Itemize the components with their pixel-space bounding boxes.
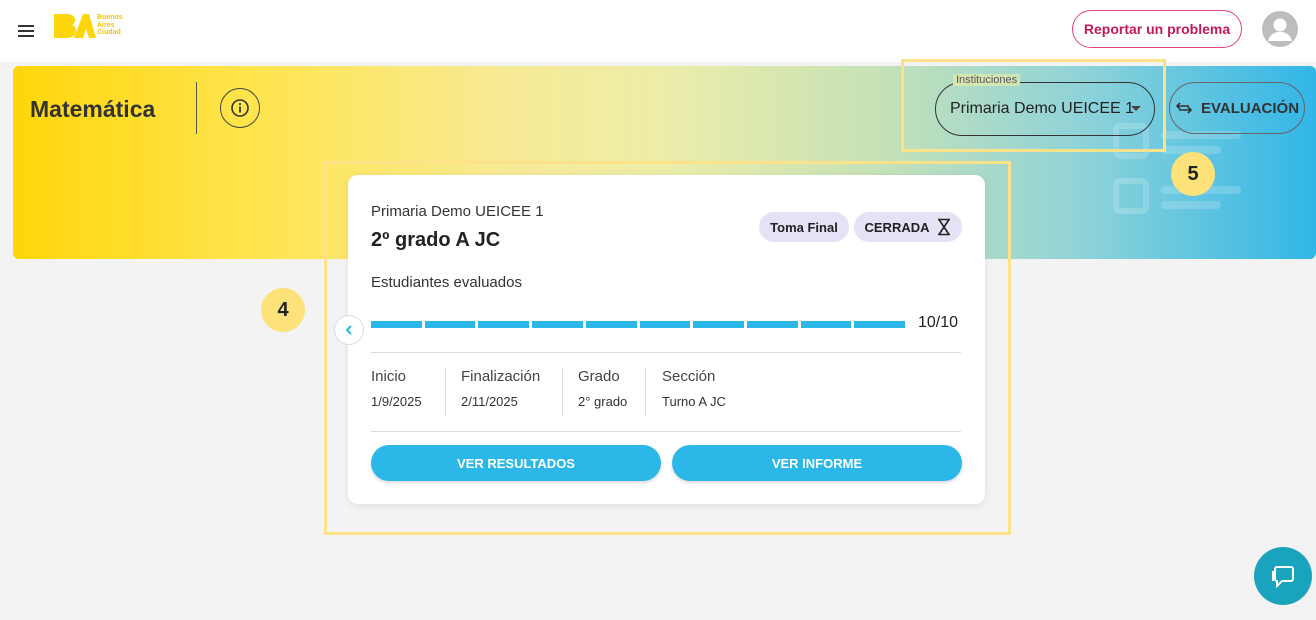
info-end: Finalización 2/11/2025 bbox=[461, 368, 540, 418]
menu-icon-line bbox=[18, 30, 34, 32]
report-problem-button[interactable]: Reportar un problema bbox=[1072, 10, 1242, 48]
institution-select-label: Instituciones bbox=[953, 74, 1021, 86]
progress-segment bbox=[639, 321, 691, 328]
view-results-button[interactable]: VER RESULTADOS bbox=[371, 445, 661, 481]
evaluation-switch-label: EVALUACIÓN bbox=[1200, 99, 1300, 117]
info-start-value: 1/9/2025 bbox=[371, 394, 422, 409]
chat-button[interactable] bbox=[1254, 547, 1312, 605]
students-progress-bar bbox=[371, 321, 906, 328]
students-progress-count: 10/10 bbox=[918, 314, 959, 331]
title-divider bbox=[196, 82, 197, 134]
progress-segment bbox=[478, 321, 530, 328]
info-section: Sección Turno A JC bbox=[662, 368, 726, 418]
card-divider-bottom bbox=[371, 431, 961, 432]
ba-logo[interactable]: Buenos Aires Ciudad bbox=[52, 12, 144, 42]
menu-icon bbox=[18, 25, 34, 27]
info-end-value: 2/11/2025 bbox=[461, 394, 518, 409]
chip-status: CERRADA bbox=[854, 212, 962, 242]
ba-logo-mark bbox=[54, 14, 96, 38]
evaluation-switch-button[interactable]: EVALUACIÓN bbox=[1169, 82, 1305, 134]
chevron-down-icon bbox=[1131, 106, 1141, 111]
chevron-left-icon bbox=[345, 325, 352, 335]
students-evaluated-label: Estudiantes evaluados bbox=[371, 274, 522, 291]
info-section-label: Sección bbox=[662, 368, 716, 385]
info-divider bbox=[645, 368, 646, 416]
person-icon bbox=[1268, 18, 1292, 41]
chip-status-label: CERRADA bbox=[864, 219, 930, 235]
swap-icon bbox=[1175, 102, 1193, 114]
info-section-value: Turno A JC bbox=[662, 394, 726, 409]
card-divider-top bbox=[371, 352, 961, 353]
carousel-prev-button[interactable] bbox=[334, 315, 364, 345]
chip-exam-type-label: Toma Final bbox=[770, 219, 838, 235]
progress-segment bbox=[854, 321, 906, 328]
info-start: Inicio 1/9/2025 bbox=[371, 368, 422, 418]
step-marker-4: 4 bbox=[261, 288, 305, 332]
progress-segment bbox=[585, 321, 637, 328]
hourglass-icon bbox=[937, 218, 950, 236]
progress-segment bbox=[746, 321, 798, 328]
step-marker-5: 5 bbox=[1171, 152, 1215, 196]
chip-exam-type: Toma Final bbox=[759, 212, 849, 242]
info-end-label: Finalización bbox=[461, 368, 541, 385]
chat-icon bbox=[1272, 566, 1294, 589]
info-icon bbox=[231, 99, 249, 117]
menu-icon-line bbox=[18, 35, 34, 37]
info-button[interactable] bbox=[220, 88, 260, 128]
page-title: Matemática bbox=[30, 96, 156, 122]
avatar[interactable] bbox=[1262, 11, 1298, 47]
institution-select-value: Primaria Demo UEICEE 1 bbox=[950, 100, 1135, 117]
progress-segment bbox=[424, 321, 476, 328]
menu-button[interactable] bbox=[16, 22, 38, 40]
card-institution: Primaria Demo UEICEE 1 bbox=[371, 203, 544, 220]
info-grade-value: 2° grado bbox=[578, 394, 628, 409]
logo-text: Buenos Aires Ciudad bbox=[97, 14, 123, 36]
progress-segment bbox=[693, 321, 744, 328]
info-divider bbox=[445, 368, 446, 416]
view-report-button[interactable]: VER INFORME bbox=[672, 445, 962, 481]
info-divider bbox=[562, 368, 563, 416]
info-grade: Grado 2° grado bbox=[578, 368, 627, 418]
card-grade-title: 2º grado A JC bbox=[371, 229, 501, 251]
info-start-label: Inicio bbox=[371, 368, 407, 385]
progress-segment bbox=[371, 321, 422, 328]
progress-segment bbox=[800, 321, 852, 328]
top-bar: Buenos Aires Ciudad Reportar un problema bbox=[0, 0, 1316, 62]
progress-segment bbox=[532, 321, 583, 328]
info-grade-label: Grado bbox=[578, 368, 620, 385]
